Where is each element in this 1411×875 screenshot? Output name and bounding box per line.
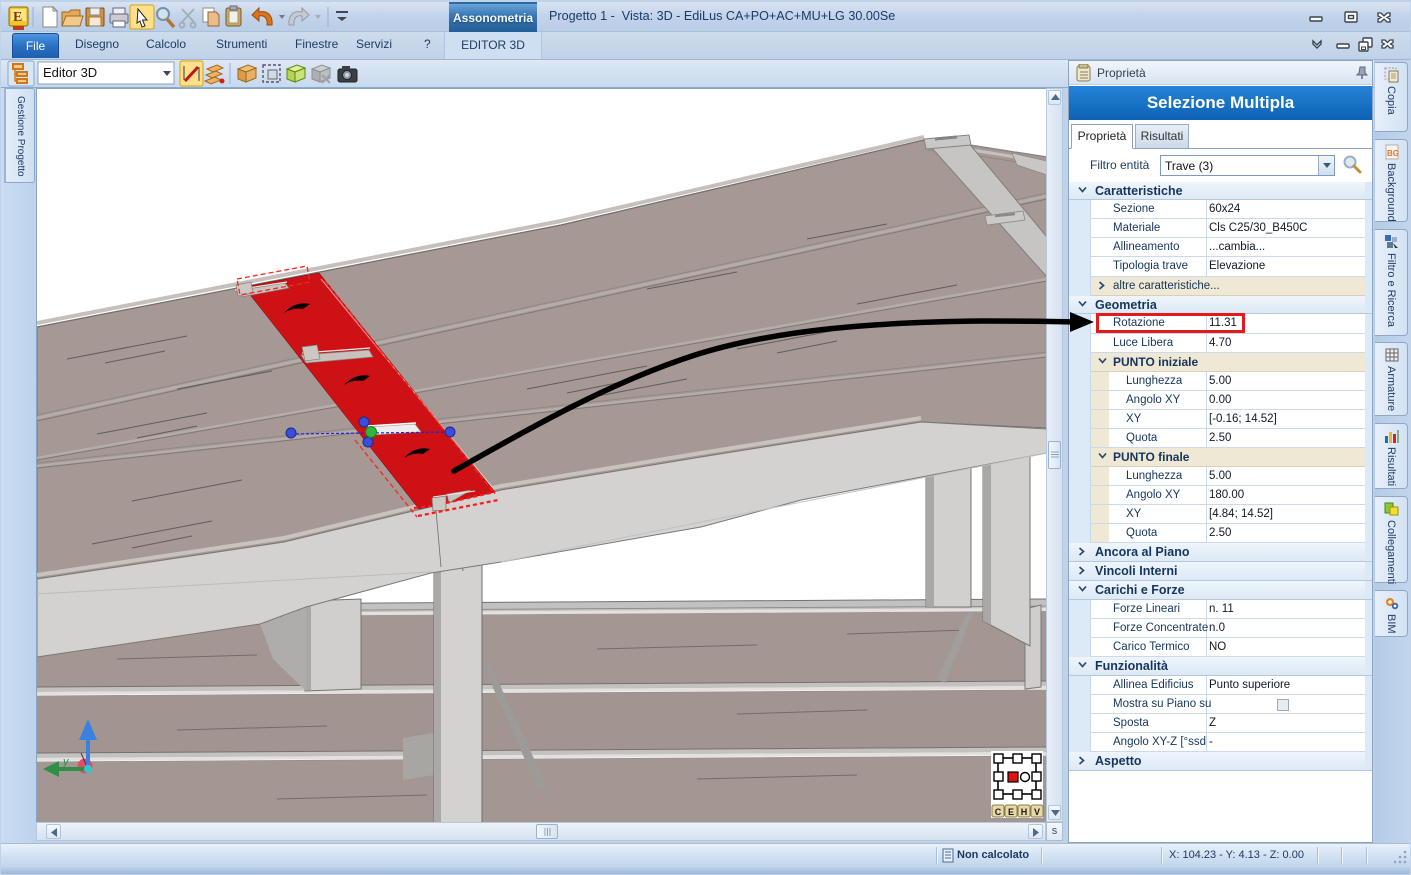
svg-text:H: H (1021, 807, 1028, 817)
svg-text:BG: BG (1387, 149, 1399, 158)
svg-text:E: E (13, 10, 22, 25)
svg-text:V: V (1034, 807, 1040, 817)
svg-text:E: E (1008, 807, 1014, 817)
svg-text:C: C (995, 807, 1002, 817)
svg-text:Editor 3D: Editor 3D (43, 65, 97, 80)
